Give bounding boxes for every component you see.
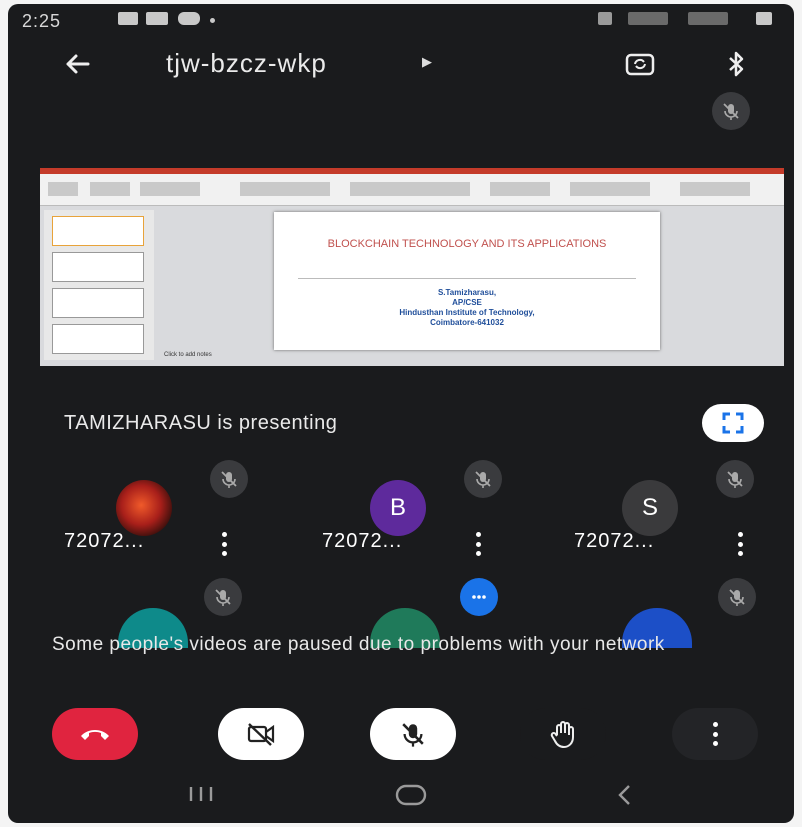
participant-tile[interactable]: S 72072...	[556, 460, 794, 570]
end-call-button[interactable]	[52, 708, 138, 760]
heart-icon	[178, 12, 200, 25]
mic-off-icon	[718, 578, 756, 616]
meeting-info-caret-icon[interactable]: ▶	[422, 54, 432, 70]
participant-tile[interactable]: 72072...	[50, 460, 290, 570]
mic-off-icon	[402, 723, 424, 747]
slide-thumbnail[interactable]	[52, 216, 144, 246]
notes-placeholder[interactable]: Click to add notes	[164, 352, 212, 358]
bluetooth-status-icon	[598, 12, 612, 25]
mic-off-icon	[210, 460, 248, 498]
self-mic-off-icon	[712, 92, 750, 130]
slide-author: S.Tamizharasu,	[437, 288, 497, 297]
signal-2-icon	[688, 12, 728, 25]
mic-toggle-button[interactable]	[370, 708, 456, 760]
back-arrow-icon[interactable]	[58, 44, 98, 84]
more-options-icon[interactable]	[468, 532, 488, 556]
hang-up-icon	[81, 730, 109, 740]
participant-name: 72072...	[574, 530, 655, 552]
status-bar: 2:25	[8, 4, 794, 34]
slide-institute: Hindusthan Institute of Technology,	[399, 308, 535, 317]
participant-name: 72072...	[64, 530, 145, 552]
slide-thumbnail[interactable]	[52, 288, 144, 318]
mic-off-icon	[204, 578, 242, 616]
raise-hand-button[interactable]	[520, 708, 606, 760]
avatar: S	[622, 480, 678, 536]
speaking-indicator-icon	[460, 578, 498, 616]
slide-city: Coimbatore-641032	[430, 318, 504, 327]
camera-off-icon	[247, 723, 275, 746]
bluetooth-audio-icon[interactable]	[718, 46, 754, 82]
meet-screen: 2:25 tjw-bzcz-wkp ▶ BLOCKCHAIN TECHNOLOG…	[8, 4, 794, 823]
fullscreen-button[interactable]	[702, 404, 764, 442]
more-vert-icon	[705, 722, 725, 746]
powerpoint-ribbon	[40, 168, 784, 206]
gallery-icon	[118, 12, 138, 25]
current-slide: BLOCKCHAIN TECHNOLOGY AND ITS APPLICATIO…	[274, 212, 660, 350]
presentation-screen[interactable]: BLOCKCHAIN TECHNOLOGY AND ITS APPLICATIO…	[40, 168, 784, 366]
more-options-button[interactable]	[672, 708, 758, 760]
switch-camera-icon[interactable]	[622, 46, 658, 82]
cast-icon	[146, 12, 168, 25]
avatar: B	[370, 480, 426, 536]
mic-off-icon	[464, 460, 502, 498]
home-icon[interactable]	[394, 784, 428, 811]
top-bar: tjw-bzcz-wkp ▶	[8, 40, 794, 88]
dot-icon	[210, 18, 215, 23]
participant-tile[interactable]: B 72072...	[304, 460, 544, 570]
hand-icon	[550, 721, 574, 748]
more-options-icon[interactable]	[730, 532, 750, 556]
slide-role: AP/CSE	[452, 298, 482, 307]
mic-off-icon	[716, 460, 754, 498]
slide-thumbnail[interactable]	[52, 252, 144, 282]
slide-author-block: S.Tamizharasu, AP/CSE Hindusthan Institu…	[274, 288, 660, 328]
battery-icon	[756, 12, 772, 25]
recent-apps-icon[interactable]	[186, 784, 216, 809]
status-time: 2:25	[22, 11, 62, 31]
network-notice: Some people's videos are paused due to p…	[52, 634, 665, 655]
meeting-code[interactable]: tjw-bzcz-wkp	[166, 48, 327, 79]
slide-thumbnail[interactable]	[52, 324, 144, 354]
presenting-label: TAMIZHARASU is presenting	[64, 412, 338, 434]
slide-title: BLOCKCHAIN TECHNOLOGY AND ITS APPLICATIO…	[327, 238, 607, 250]
camera-toggle-button[interactable]	[218, 708, 304, 760]
slide-thumbnails	[44, 210, 154, 360]
back-nav-icon[interactable]	[614, 784, 636, 811]
participant-name: 72072...	[322, 530, 403, 552]
avatar	[116, 480, 172, 536]
signal-icon	[628, 12, 668, 25]
fullscreen-icon	[722, 412, 744, 434]
more-options-icon[interactable]	[214, 532, 234, 556]
